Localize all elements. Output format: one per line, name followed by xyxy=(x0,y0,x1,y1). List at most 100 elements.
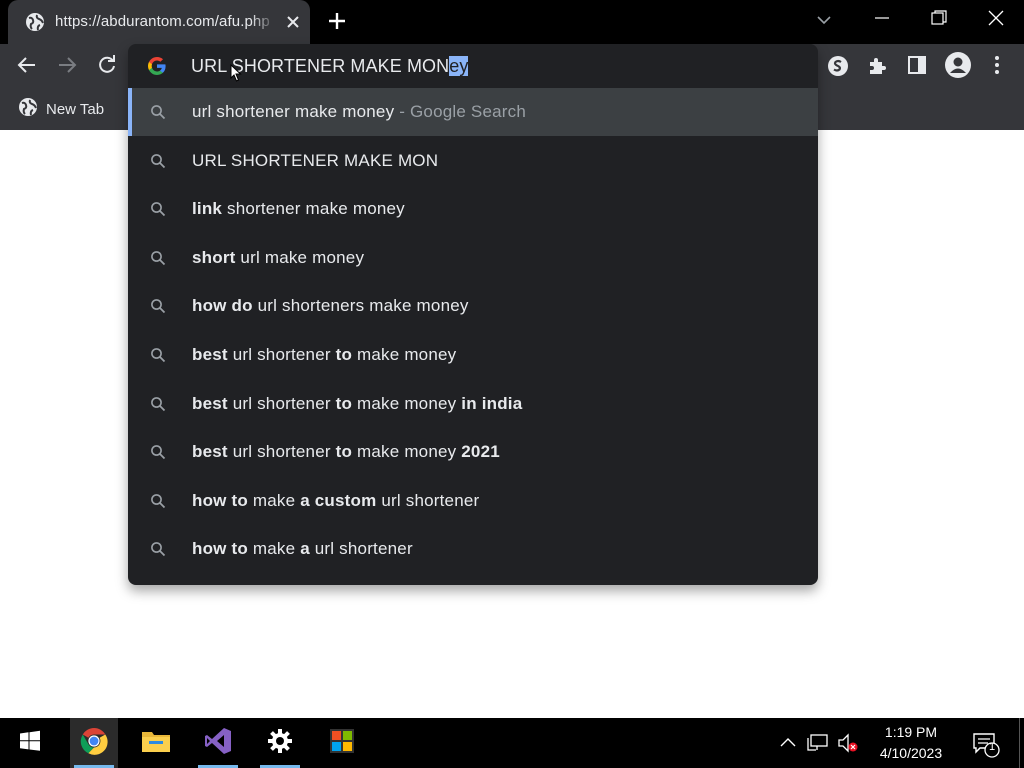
browser-tab[interactable]: https://abdurantom.com/afu.php xyxy=(8,0,310,44)
selection-accent-bar xyxy=(128,88,132,136)
suggestion-text-bold: to xyxy=(335,442,353,462)
start-button[interactable] xyxy=(6,718,54,768)
search-icon xyxy=(150,298,166,319)
suggestion-text-part: url shortener xyxy=(227,345,336,364)
back-arrow-icon[interactable] xyxy=(16,54,38,81)
suggestion-text: url shortener make money - Google Search xyxy=(192,102,526,122)
suggestion-row[interactable]: url shortener make money - Google Search xyxy=(128,88,818,136)
microsoft-store-icon xyxy=(328,727,356,760)
suggestion-text: how to make a custom url shortener xyxy=(192,491,479,511)
suggestion-text-part: url shortener make money xyxy=(192,102,395,121)
close-window-icon[interactable] xyxy=(986,8,1006,33)
tab-close-icon[interactable] xyxy=(284,13,302,36)
search-icon xyxy=(150,201,166,222)
suggestion-text-part: shortener make money xyxy=(222,199,405,219)
suggestion-text-bold: how to xyxy=(192,490,248,510)
search-icon xyxy=(150,153,166,174)
volume-muted-icon[interactable] xyxy=(836,732,860,759)
gear-icon xyxy=(266,727,294,760)
suggestion-text: link shortener make money xyxy=(192,199,405,219)
suggestion-text: URL SHORTENER MAKE MON xyxy=(192,151,438,171)
google-logo-icon xyxy=(147,56,167,81)
minimize-icon[interactable] xyxy=(872,8,892,33)
suggestion-text-part: url shortener xyxy=(309,539,413,559)
search-icon xyxy=(150,396,166,417)
suggestion-row[interactable]: how to make a custom url shortener xyxy=(128,477,818,525)
suggestion-row[interactable]: how do url shorteners make money xyxy=(128,282,818,330)
suggestion-text-part: make money xyxy=(352,442,462,462)
suggestion-text: short url make money xyxy=(192,248,364,268)
suggestion-row[interactable]: URL SHORTENER MAKE MON xyxy=(128,137,818,185)
omnibox-autocomplete-selection: ey xyxy=(449,56,469,76)
globe-icon xyxy=(18,97,38,121)
more-menu-icon[interactable] xyxy=(986,54,1008,81)
forward-arrow-icon[interactable] xyxy=(56,54,78,81)
suggestion-text-bold: to xyxy=(335,393,353,413)
bookmark-label: New Tab xyxy=(46,100,105,118)
suggestion-text-bold: best xyxy=(192,393,228,413)
tab-strip: https://abdurantom.com/afu.php xyxy=(0,0,1024,44)
suggestion-text: best url shortener to make money xyxy=(192,345,456,365)
shield-extension-icon[interactable] xyxy=(826,54,850,83)
suggestion-text-part: url shortener xyxy=(227,393,336,413)
suggestion-text-bold: link xyxy=(192,199,223,219)
mouse-cursor-icon xyxy=(230,63,242,87)
search-icon xyxy=(150,493,166,514)
show-desktop-divider[interactable] xyxy=(1019,718,1020,768)
suggestion-text-bold: how to xyxy=(192,539,248,559)
suggestion-text-part: URL SHORTENER MAKE MON xyxy=(192,150,439,170)
suggestion-text-bold: best xyxy=(192,442,228,462)
reload-icon[interactable] xyxy=(96,54,118,81)
search-icon xyxy=(150,541,166,562)
suggestion-text: how to make a url shortener xyxy=(192,539,413,559)
search-icon xyxy=(150,347,166,368)
new-tab-plus-icon[interactable] xyxy=(326,10,348,37)
suggestion-row[interactable]: how to make a url shortener xyxy=(128,525,818,573)
suggestion-text-bold: in india xyxy=(461,393,523,413)
suggestion-suffix: - Google Search xyxy=(394,102,526,121)
bookmark-new-tab[interactable]: New Tab xyxy=(18,97,104,121)
suggestion-text-part: make xyxy=(247,490,301,510)
suggestion-text-bold: a xyxy=(300,539,310,559)
suggestion-text-bold: 2021 xyxy=(461,442,500,462)
notification-count: 1 xyxy=(988,741,996,753)
suggestion-text-part: url shortener xyxy=(376,490,480,510)
globe-icon xyxy=(25,12,45,37)
suggestion-text: how do url shorteners make money xyxy=(192,296,469,316)
extensions-puzzle-icon[interactable] xyxy=(866,54,890,83)
suggestion-text: best url shortener to make money in indi… xyxy=(192,394,522,414)
taskbar-settings[interactable] xyxy=(256,718,304,768)
taskbar-file-explorer[interactable] xyxy=(132,718,180,768)
suggestion-row[interactable]: link shortener make money xyxy=(128,185,818,233)
show-hidden-icons-chevron-icon[interactable] xyxy=(778,733,798,758)
suggestion-text-bold: how do xyxy=(192,296,253,316)
suggestion-text-part: url shortener xyxy=(227,442,336,462)
suggestion-text: best url shortener to make money 2021 xyxy=(192,442,500,462)
tab-title: https://abdurantom.com/afu.php xyxy=(55,13,270,30)
taskbar-visual-studio[interactable] xyxy=(194,718,242,768)
taskbar-microsoft-store[interactable] xyxy=(318,718,366,768)
clock-time: 1:19 PM xyxy=(884,724,938,740)
search-icon xyxy=(150,444,166,465)
visual-studio-icon xyxy=(203,726,233,761)
windows-logo-icon xyxy=(19,730,41,757)
suggestion-row[interactable]: best url shortener to make money xyxy=(128,331,818,379)
system-clock[interactable]: 1:19 PM 4/10/2023 xyxy=(866,722,956,764)
restore-icon[interactable] xyxy=(929,8,949,33)
network-icon[interactable] xyxy=(806,732,830,759)
folder-icon xyxy=(141,728,171,759)
tab-search-chevron-icon[interactable] xyxy=(814,10,834,35)
suggestion-row[interactable]: best url shortener to make money in indi… xyxy=(128,380,818,428)
suggestion-row[interactable]: best url shortener to make money 2021 xyxy=(128,428,818,476)
suggestion-text-bold: best xyxy=(192,345,228,364)
suggestion-text-part: url make money xyxy=(235,247,365,267)
suggestion-text-part: make xyxy=(247,539,301,559)
chrome-icon xyxy=(79,726,109,761)
notifications-icon[interactable]: 1 xyxy=(972,731,1002,764)
search-icon xyxy=(150,104,166,125)
profile-avatar-icon[interactable] xyxy=(944,51,972,84)
side-panel-icon[interactable] xyxy=(906,54,928,81)
suggestion-text-part: make money xyxy=(352,393,462,413)
taskbar-chrome[interactable] xyxy=(70,718,118,768)
suggestion-row[interactable]: short url make money xyxy=(128,234,818,282)
